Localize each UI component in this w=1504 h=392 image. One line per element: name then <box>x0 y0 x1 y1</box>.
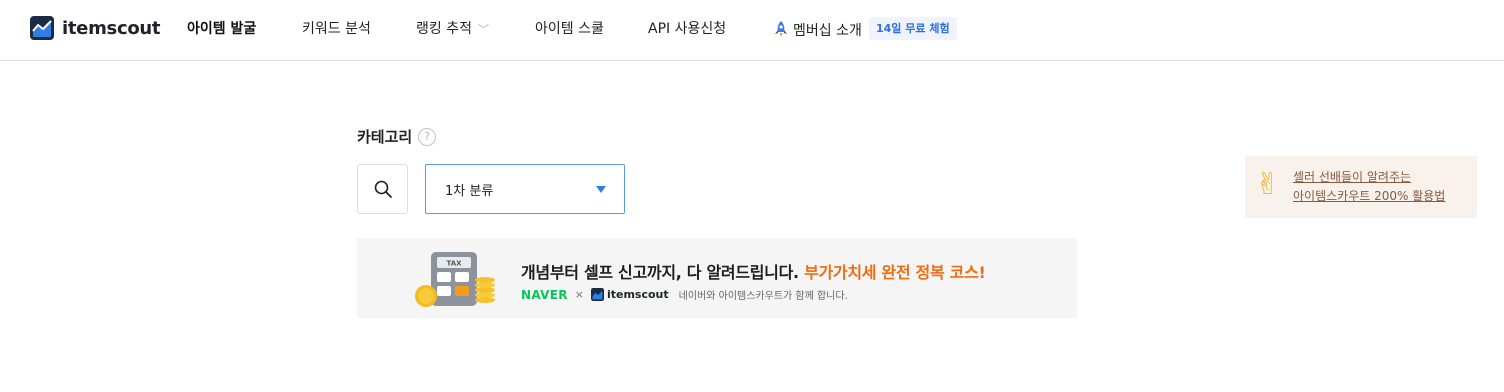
category-select-value: 1차 분류 <box>445 184 494 199</box>
banner-headline-main: 개념부터 셀프 신고까지, 다 알려드립니다. <box>521 263 805 282</box>
nav-item-keyword-analysis[interactable]: 키워드 분석 <box>302 20 371 38</box>
free-trial-badge[interactable]: 14일 무료 체험 <box>869 17 957 40</box>
victory-hand-icon: ✌ <box>1255 167 1281 202</box>
chevron-down-icon: ﹀ <box>477 23 489 36</box>
nav-item-api[interactable]: API 사용신청 <box>648 20 726 38</box>
nav-item-membership-label: 멤버십 소개 <box>793 23 862 39</box>
banner-headline-highlight: 부가가치세 완전 정복 코스! <box>804 263 986 282</box>
top-header: itemscout 아이템 발굴 키워드 분석 랭킹 추적 ﹀ 아이템 스쿨 AP… <box>0 0 1504 61</box>
naver-logo: NAVER <box>521 287 568 302</box>
rocket-icon <box>775 21 787 37</box>
guide-line-2[interactable]: 아이템스카우트 200% 활용법 <box>1293 187 1445 206</box>
guide-line-1[interactable]: 셀러 선배들이 알려주는 <box>1293 168 1445 187</box>
nav-item-ranking[interactable]: 랭킹 추적 ﹀ <box>416 20 489 39</box>
help-icon[interactable]: ? <box>418 127 437 146</box>
nav-item-ranking-label: 랭킹 추적 <box>416 21 472 37</box>
itemscout-logo-icon <box>30 16 54 40</box>
category-level1-select[interactable]: 1차 분류 <box>425 164 625 214</box>
guide-text[interactable]: 셀러 선배들이 알려주는 아이템스카우트 200% 활용법 <box>1293 168 1445 206</box>
logo-text: itemscout <box>62 17 161 39</box>
seller-guide-link-box[interactable]: ✌ 셀러 선배들이 알려주는 아이템스카우트 200% 활용법 <box>1245 156 1477 218</box>
partnership-note: 네이버와 아이템스카우트가 함께 합니다. <box>678 291 848 302</box>
times-sign: × <box>574 288 584 301</box>
itemscout-mini-logo: itemscout <box>590 288 669 301</box>
tax-label: TAX <box>446 260 462 268</box>
itemscout-mini-text: itemscout <box>606 288 669 301</box>
nav-item-membership[interactable]: 멤버십 소개 <box>773 20 862 40</box>
tax-calculator-illustration: TAX <box>415 252 495 307</box>
caret-down-icon <box>596 186 606 193</box>
category-title-text: 카테고리 <box>357 128 413 146</box>
category-search-button[interactable] <box>357 164 408 214</box>
nav-item-discovery[interactable]: 아이템 발굴 <box>187 20 256 38</box>
itemscout-logo[interactable]: itemscout <box>30 16 161 40</box>
banner-partners: NAVER × itemscout 네이버와 아이템스카우트가 함께 합니다. <box>521 287 848 303</box>
search-icon <box>374 180 392 198</box>
itemscout-logo-icon <box>590 288 604 301</box>
vat-course-banner[interactable]: TAX 개념부터 셀프 신고까지, 다 알려드립니다. 부가가치세 완전 정복 … <box>357 238 1077 318</box>
category-section-title: 카테고리 ? <box>357 126 437 147</box>
banner-headline: 개념부터 셀프 신고까지, 다 알려드립니다. 부가가치세 완전 정복 코스! <box>521 259 986 283</box>
nav-item-school[interactable]: 아이템 스쿨 <box>535 20 604 38</box>
